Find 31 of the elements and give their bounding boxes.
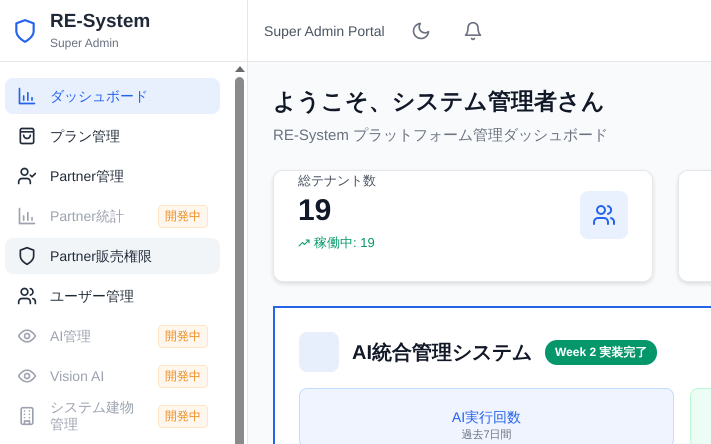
sidebar-item[interactable]: ダッシュボード bbox=[5, 78, 220, 114]
stat-value: 19 bbox=[298, 194, 332, 228]
sidebar-item[interactable]: ユーザー管理 bbox=[5, 278, 220, 314]
page-title: ようこそ、システム管理者さん bbox=[273, 87, 606, 116]
stat-label: 総テナント数 bbox=[298, 172, 376, 190]
stat-trend: 稼働中: 19 bbox=[314, 234, 375, 252]
status-badge: 開発中 bbox=[158, 204, 208, 228]
sidebar-item[interactable]: プラン管理 bbox=[5, 118, 220, 154]
portal-title: Super Admin Portal bbox=[264, 22, 385, 38]
status-badge: 開発中 bbox=[158, 324, 208, 348]
shopping-bag-icon bbox=[17, 126, 37, 146]
users-icon bbox=[592, 203, 616, 227]
moon-icon[interactable] bbox=[410, 20, 431, 40]
status-badge: 開発中 bbox=[158, 364, 208, 388]
metric-title: AI実行回数 bbox=[450, 409, 522, 427]
status-badge: 開発中 bbox=[158, 404, 208, 428]
status-badge: Week 2 実装完了 bbox=[545, 340, 658, 364]
bell-icon[interactable] bbox=[462, 20, 483, 40]
shield-icon bbox=[17, 246, 37, 266]
panel-title: AI統合管理システム bbox=[352, 340, 532, 366]
app-subtitle: Super Admin bbox=[50, 36, 120, 50]
metric-subtitle: 過去7日間 bbox=[460, 429, 513, 441]
sidebar-item[interactable]: Partner販売権限 bbox=[5, 238, 220, 274]
app-title: RE-System bbox=[50, 11, 150, 33]
trending-up-icon bbox=[298, 237, 310, 249]
sidebar-item[interactable]: Partner管理 bbox=[5, 158, 220, 194]
chart-bar-icon bbox=[17, 206, 37, 226]
users-icon bbox=[17, 286, 37, 306]
page-subtitle: RE-System プラットフォーム管理ダッシュボード bbox=[273, 126, 610, 145]
chart-bar-icon bbox=[17, 86, 37, 106]
user-check-icon bbox=[17, 166, 37, 186]
